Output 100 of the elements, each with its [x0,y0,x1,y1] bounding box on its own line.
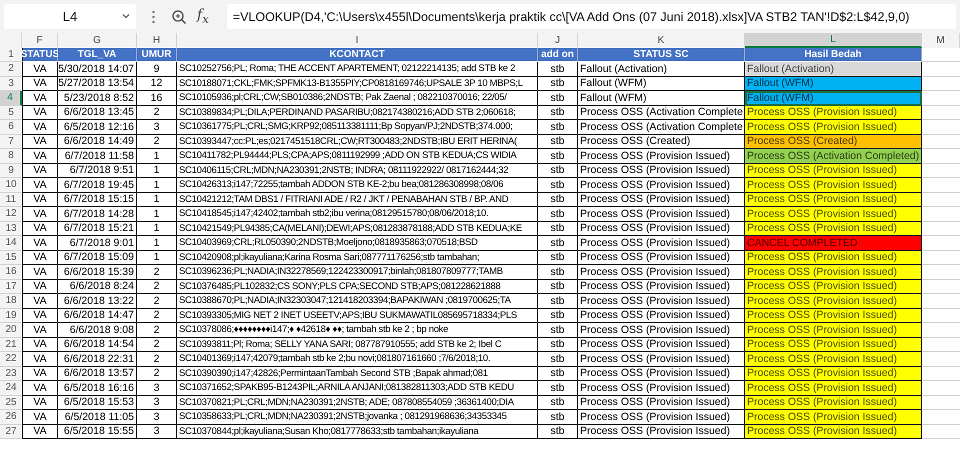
formula-field[interactable]: =VLOOKUP(D4,'C:\Users\x455l\Documents\kerja praktik cc\[VA Add Ons (07 Juni 2018).xlsx]VA STB2 TAN'!D$2:L$42,9,0) [226,4,956,29]
row-number[interactable]: 13 [0,222,22,236]
row-number[interactable]: 4 [0,91,22,106]
table-cell: Process OSS (Provision Issued) [745,207,922,222]
table-cell: SC10393811;Pl; Roma; SELLY YANA SARI; 087787910555; add STB ke 2; Ibel C [177,338,538,352]
row-number[interactable]: 15 [0,250,22,265]
table-cell: VA [22,352,58,366]
search-icon[interactable] [171,8,187,24]
table-cell: 3 [137,424,177,439]
table-cell: 16 [137,91,177,106]
table-cell: stb [538,410,578,424]
table-cell: 1 [137,149,177,164]
table-cell: Fallout (WFM) [745,76,922,91]
table-cell: stb [538,149,578,164]
insert-function-button[interactable]: f$_{x}$ [197,7,209,26]
table-cell: Process OSS (Provision Issued) [578,410,745,424]
column-header[interactable]: I [177,33,538,48]
table-cell: stb [538,396,578,410]
table-cell: SC10393305;MIG NET 2 INET USEETV;APS;IBU SUKMAWATIL085695718334;PLS [177,308,538,323]
row-number[interactable]: 5 [0,106,22,120]
table-cell: stb [538,308,578,323]
table-cell: stb [538,338,578,352]
table-cell: VA [22,396,58,410]
table-cell: stb [538,323,578,338]
column-heading: add on [538,48,578,62]
row-number[interactable]: 11 [0,192,22,207]
row-number[interactable]: 21 [0,338,22,352]
row-number[interactable]: 7 [0,134,22,149]
row-number[interactable]: 2 [0,62,22,76]
row-number[interactable]: 8 [0,149,22,164]
table-cell: 2 [137,134,177,149]
table-cell: 9 [137,62,177,76]
table-cell: Process OSS (Provision Issued) [745,280,922,294]
table-cell: VA [22,410,58,424]
row-number[interactable]: 22 [0,352,22,366]
table-cell: 5/27/2018 13:54 [58,76,137,91]
row-number[interactable]: 17 [0,280,22,294]
table-cell: stb [538,352,578,366]
table-cell: Process OSS (Provision Issued) [745,250,922,265]
table-cell: VA [22,280,58,294]
column-header[interactable]: J [538,33,578,48]
table-cell: Process OSS (Activation Complete [578,120,745,134]
table-cell: 6/6/2018 14:47 [58,308,137,323]
table-cell: stb [538,381,578,396]
table-cell: VA [22,192,58,207]
row-number[interactable]: 12 [0,207,22,222]
table-cell: SC10411782;PL94444;PLS;CPA;APS;0811192999 ;ADD ON STB KEDUA;CS WIDIA [177,149,538,164]
table-cell: 2 [137,106,177,120]
row-number[interactable]: 6 [0,120,22,134]
table-cell: Process OSS (Provision Issued) [745,265,922,280]
column-heading: Hasil Bedah [745,48,922,62]
table-cell: 6/6/2018 9:08 [58,323,137,338]
row-number[interactable]: 26 [0,410,22,424]
table-cell: 1 [137,222,177,236]
row-number[interactable]: 20 [0,323,22,338]
table-cell: VA [22,294,58,308]
row-number[interactable]: 10 [0,178,22,192]
table-cell: Process OSS (Provision Issued) [745,222,922,236]
table-cell: 12 [137,76,177,91]
row-number[interactable]: 3 [0,76,22,91]
table-cell: SC10105936;pl;CRL;CW;SB010386;2NDSTB; Pak Zaenal ; 082210370016; 22/05/ [177,91,538,106]
name-box[interactable]: L4 [4,4,136,29]
row-number[interactable]: 27 [0,424,22,439]
table-cell: Process OSS (Provision Issued) [745,164,922,178]
caret-icon[interactable] [122,12,130,20]
column-heading: TGL_VA [58,48,137,62]
table-cell: VA [22,236,58,250]
table-cell: Process OSS (Provision Issued) [578,207,745,222]
table-cell: 5/23/2018 8:52 [58,91,137,106]
table-cell: SC10388670;PL;NADIA;IN32303047;121418203394;BAPAKIWAN ;0819700625;TA [177,294,538,308]
table-cell: VA [22,207,58,222]
row-number[interactable]: 16 [0,265,22,280]
row-number[interactable]: 9 [0,164,22,178]
table-cell: Process OSS (Provision Issued) [578,280,745,294]
row-number[interactable]: 25 [0,396,22,410]
row-number[interactable]: 14 [0,236,22,250]
column-header[interactable]: F [22,33,58,48]
more-icon[interactable] [152,10,155,24]
row-number[interactable]: 24 [0,381,22,396]
row-number[interactable]: 18 [0,294,22,308]
table-cell: Process OSS (Created) [745,134,922,149]
table-cell: SC10426313;i147;72255;tambah ADDON STB KE-2;bu bea;081286308998;08/06 [177,178,538,192]
table-cell: Process OSS (Created) [578,134,745,149]
column-header[interactable]: H [137,33,177,48]
column-header[interactable]: G [58,33,137,48]
table-cell: stb [538,106,578,120]
column-header[interactable]: K [578,33,745,48]
table-cell: stb [538,91,578,106]
table-cell: VA [22,120,58,134]
table-cell: Process OSS (Provision Issued) [745,410,922,424]
row-number[interactable]: 23 [0,366,22,381]
table-cell: 1 [137,236,177,250]
row-number[interactable]: 1 [0,48,22,62]
column-header[interactable]: M [922,33,960,48]
row-number[interactable]: 19 [0,308,22,323]
table-cell: Process OSS (Provision Issued) [578,294,745,308]
table-cell: VA [22,308,58,323]
table-cell: stb [538,424,578,439]
table-cell: Process OSS (Provision Issued) [578,149,745,164]
column-header[interactable]: L [745,33,922,48]
